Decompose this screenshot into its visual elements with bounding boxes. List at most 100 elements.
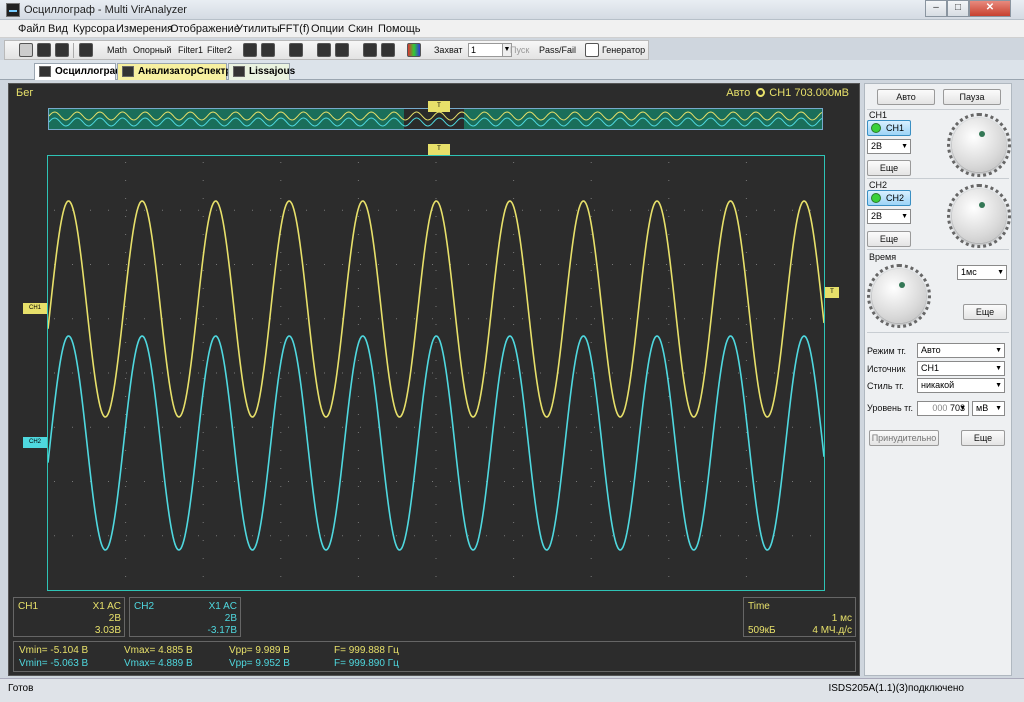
ch1-coupling: X1 AC: [92, 601, 121, 612]
time-section-label: Время: [869, 252, 897, 262]
ch2-volts: 2В: [224, 613, 237, 624]
tab-label: АнализаторСпектра: [138, 66, 238, 77]
control-panel: Авто Пауза CH1 CH1 2В Еще CH2 CH2 2В Еще…: [864, 83, 1012, 676]
level-prefix: 000: [932, 403, 948, 413]
led-icon: [871, 123, 881, 133]
menu-bar: Файл Вид Курсора Измерения Отображение У…: [0, 20, 1024, 38]
trigger-level-unit-dropdown[interactable]: мВ: [972, 401, 1005, 416]
ch2-volts-dropdown[interactable]: 2В: [867, 209, 911, 224]
tab-label: Осциллограф: [55, 66, 124, 77]
force-trigger-button[interactable]: Принудительно: [869, 430, 939, 446]
menu-file[interactable]: Файл: [18, 23, 45, 35]
ch1-info-box[interactable]: CH1 X1 AC 2В 3.03В: [13, 597, 125, 637]
menu-help[interactable]: Помощь: [378, 23, 421, 35]
persist-icon[interactable]: [261, 43, 275, 57]
menu-measurements[interactable]: Измерения: [116, 23, 173, 35]
sample-rate: 4 МЧ.д/с: [812, 625, 852, 636]
ch2-vmax: Vmax= 4.889 В: [124, 658, 193, 669]
trigger-source-dropdown[interactable]: CH1: [917, 361, 1005, 376]
ch2-enable-button[interactable]: CH2: [867, 190, 911, 206]
trigger-more-button[interactable]: Еще: [961, 430, 1005, 446]
time-knob[interactable]: [872, 269, 926, 323]
math-button[interactable]: Math: [107, 43, 127, 58]
ch2-offset: -3.17В: [207, 625, 237, 636]
ch1-offset-marker[interactable]: CH1: [23, 303, 47, 314]
maximize-button[interactable]: □: [947, 0, 969, 17]
trigger-level-marker[interactable]: T: [825, 287, 839, 298]
ch1-offset: 3.03В: [94, 625, 121, 636]
ch2-coupling: X1 AC: [208, 601, 237, 612]
ch2-trace: [47, 335, 825, 551]
auto-button[interactable]: Авто: [877, 89, 935, 105]
ruler-icon[interactable]: [317, 43, 331, 57]
trigger-time-marker[interactable]: T: [428, 144, 450, 155]
plot-area[interactable]: [47, 155, 825, 591]
trigger-source-label: Источник: [867, 364, 906, 374]
status-text: Готов: [8, 683, 34, 694]
led-icon: [871, 193, 881, 203]
color-icon[interactable]: [407, 43, 421, 57]
capture-label: Захват: [434, 45, 463, 55]
ch1-more-button[interactable]: Еще: [867, 160, 911, 176]
minimize-button[interactable]: –: [925, 0, 947, 17]
tab-oscilloscope[interactable]: Осциллограф: [34, 63, 124, 80]
time-info-box[interactable]: Time 1 мс 509кБ 4 МЧ.д/с: [743, 597, 856, 637]
ch2-name: CH2: [134, 601, 155, 612]
capture-input[interactable]: 1: [468, 43, 506, 57]
menu-utilities[interactable]: Утилиты: [236, 23, 280, 35]
trigger-position-marker[interactable]: T: [428, 101, 450, 112]
close-button[interactable]: ✕: [969, 0, 1011, 17]
timebase-dropdown[interactable]: 1мс: [957, 265, 1007, 280]
ch2-info-box[interactable]: CH2 X1 AC 2В -3.17В: [129, 597, 241, 637]
save-icon[interactable]: [37, 43, 51, 57]
ch1-name: CH1: [18, 601, 39, 612]
ch1-vmax: Vmax= 4.885 В: [124, 645, 193, 656]
pause-button[interactable]: Пауза: [943, 89, 1001, 105]
tab-lissajous[interactable]: Lissajous: [228, 63, 295, 80]
trigger-style-dropdown[interactable]: никакой: [917, 378, 1005, 393]
ch1-enable-button[interactable]: CH1: [867, 120, 911, 136]
trigger-level-input[interactable]: 000 703: [917, 401, 969, 416]
menu-cursors[interactable]: Курсора: [73, 23, 115, 35]
scope-display[interactable]: Бег Авто CH1 703.000мВ T T CH1 CH2 T CH1 …: [8, 83, 860, 676]
stop-icon[interactable]: [381, 43, 395, 57]
filter2-button[interactable]: Filter2: [207, 43, 232, 58]
zoom-icon[interactable]: [335, 43, 349, 57]
run-status: Бег: [16, 87, 34, 99]
filter1-button[interactable]: Filter1: [178, 43, 203, 58]
move-icon[interactable]: [289, 43, 303, 57]
ch2-volts-knob[interactable]: [952, 189, 1006, 243]
menu-fft[interactable]: FFT(f): [279, 23, 310, 35]
ch1-vpp: Vpp= 9.989 В: [229, 645, 290, 656]
trigger-mode-dropdown[interactable]: Авто: [917, 343, 1005, 358]
cursor-icon[interactable]: [243, 43, 257, 57]
title-bar: Осциллограф - Multi VirAnalyzer – □ ✕: [0, 0, 1024, 20]
ch2-more-button[interactable]: Еще: [867, 231, 911, 247]
start-button[interactable]: Пуск: [510, 43, 529, 58]
trigger-mode-text: Авто: [726, 87, 751, 99]
trigger-status: Авто CH1 703.000мВ: [726, 87, 849, 99]
generator-button[interactable]: Генератор: [602, 43, 645, 58]
tab-spectrum[interactable]: АнализаторСпектра: [117, 63, 237, 80]
help-icon[interactable]: [55, 43, 69, 57]
line-icon[interactable]: [363, 43, 377, 57]
trigger-mode-label: Режим тг.: [867, 346, 907, 356]
device-status: ISDS205A(1.1)(3)подключено: [828, 683, 964, 694]
ch1-volts-knob[interactable]: [952, 118, 1006, 172]
tab-bar: Осциллограф АнализаторСпектра Lissajous: [0, 60, 1024, 80]
screen-icon[interactable]: [19, 43, 33, 57]
ch1-volts-dropdown[interactable]: 2В: [867, 139, 911, 154]
menu-view[interactable]: Вид: [48, 23, 68, 35]
status-bar: Готов ISDS205A(1.1)(3)подключено: [0, 678, 1024, 702]
print-icon[interactable]: [79, 43, 93, 57]
menu-display[interactable]: Отображение: [170, 23, 240, 35]
ch2-section-label: CH2: [869, 180, 888, 190]
memory-depth: 509кБ: [748, 625, 776, 636]
lissajous-icon: [233, 66, 245, 77]
menu-options[interactable]: Опции: [311, 23, 344, 35]
reference-button[interactable]: Опорный: [133, 43, 171, 58]
time-more-button[interactable]: Еще: [963, 304, 1007, 320]
menu-skin[interactable]: Скин: [348, 23, 373, 35]
passfail-button[interactable]: Pass/Fail: [539, 43, 576, 58]
ch2-offset-marker[interactable]: CH2: [23, 437, 47, 448]
